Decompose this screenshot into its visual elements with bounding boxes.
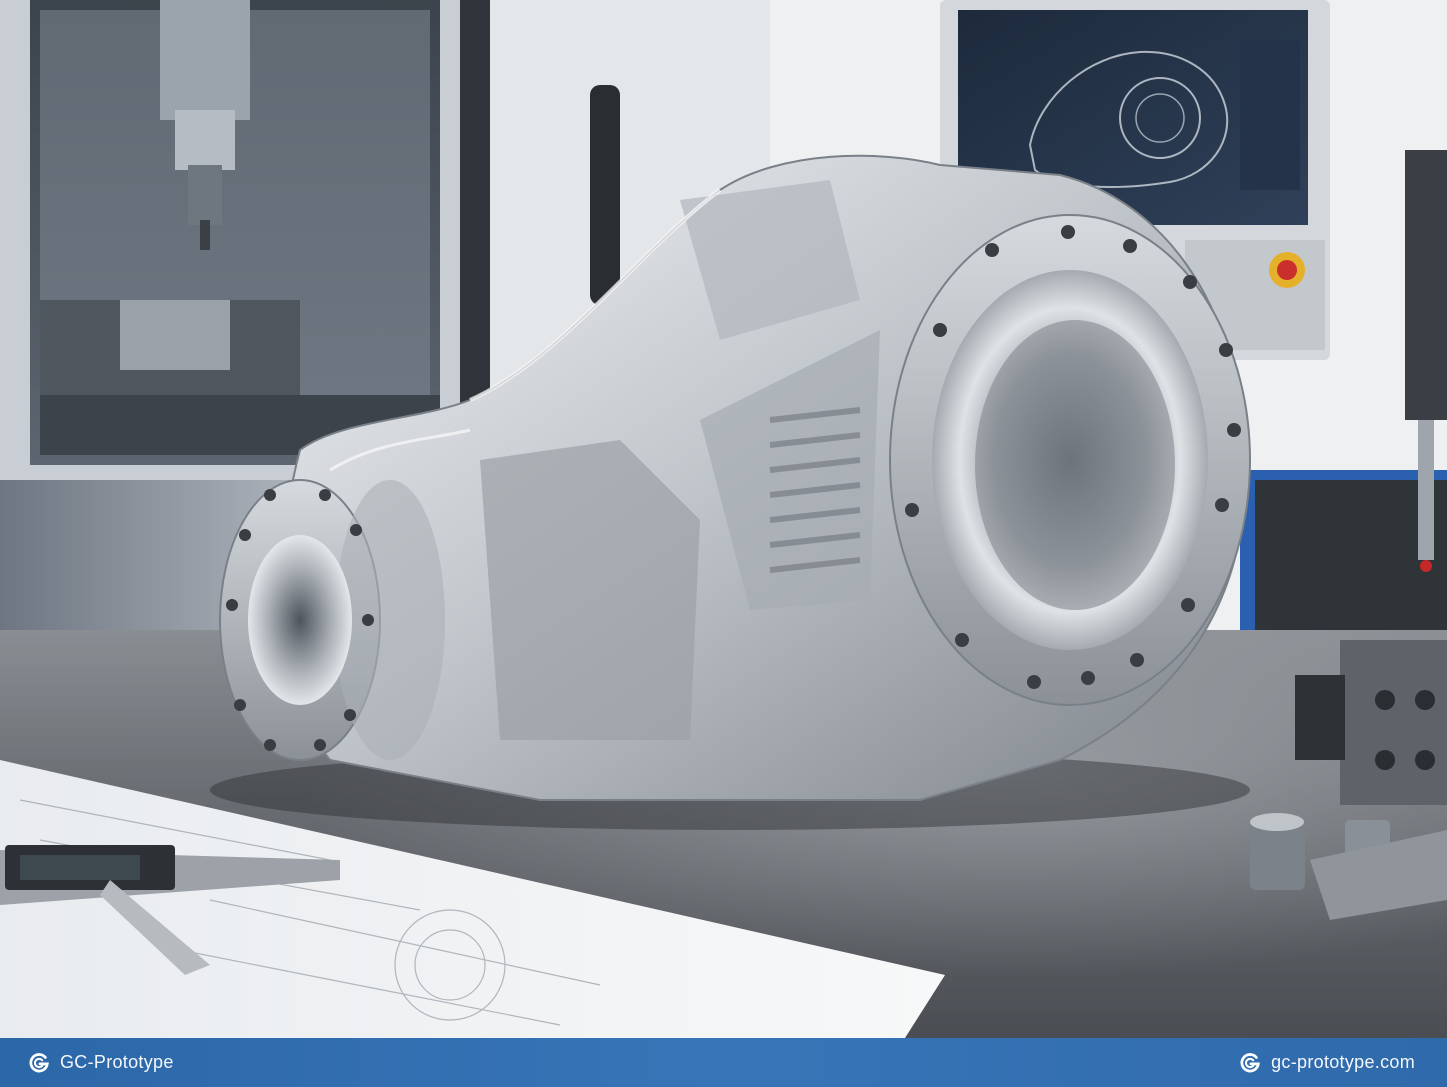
footer-bar: GC-Prototype gc-prototype.com — [0, 1038, 1447, 1087]
photo-scene — [0, 0, 1447, 1038]
gc-logo-icon — [29, 1052, 49, 1072]
gc-logo-icon — [1240, 1052, 1260, 1072]
brand-name: GC-Prototype — [60, 1052, 174, 1072]
brand: GC-Prototype — [28, 1052, 174, 1074]
website-link[interactable]: gc-prototype.com — [1239, 1052, 1415, 1074]
website-url[interactable]: gc-prototype.com — [1271, 1052, 1415, 1073]
